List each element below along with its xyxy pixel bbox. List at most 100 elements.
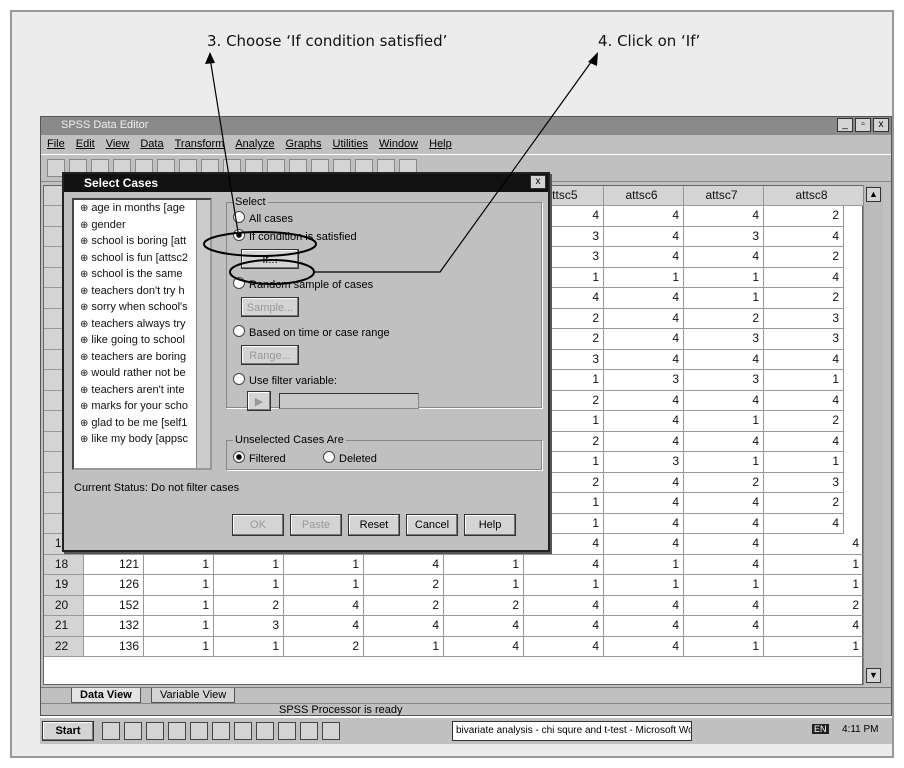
table-cell[interactable]: 4 — [524, 636, 604, 657]
table-cell[interactable]: 126 — [84, 575, 144, 596]
table-cell[interactable]: 1 — [764, 370, 844, 391]
table-cell[interactable]: 1 — [604, 267, 684, 288]
table-cell[interactable]: 136 — [84, 636, 144, 657]
menu-edit[interactable]: Edit — [76, 138, 95, 152]
row-header[interactable]: 18 — [44, 554, 84, 575]
table-cell[interactable]: 4 — [444, 636, 524, 657]
menu-analyze[interactable]: Analyze — [235, 138, 274, 152]
variable-list-item[interactable]: glad to be me [self1 — [74, 415, 210, 432]
table-cell[interactable]: 3 — [214, 616, 284, 637]
table-cell[interactable]: 4 — [684, 513, 764, 534]
variable-list-item[interactable]: age in months [age — [74, 200, 210, 217]
tab-data-view[interactable]: Data View — [71, 688, 141, 703]
sample-button[interactable]: Sample... — [241, 297, 299, 317]
reset-button[interactable]: Reset — [348, 514, 400, 536]
menu-data[interactable]: Data — [140, 138, 163, 152]
variable-list-item[interactable]: like my body [appsc — [74, 431, 210, 448]
column-header[interactable]: attsc7 — [684, 186, 764, 206]
table-cell[interactable]: 3 — [684, 329, 764, 350]
table-cell[interactable]: 2 — [364, 595, 444, 616]
table-cell[interactable]: 132 — [84, 616, 144, 637]
table-cell[interactable]: 4 — [524, 616, 604, 637]
table-cell[interactable]: 4 — [604, 349, 684, 370]
if-button[interactable]: If... — [241, 249, 299, 269]
taskbar-app-icon[interactable] — [234, 722, 252, 740]
column-header[interactable]: attsc8 — [764, 186, 864, 206]
table-cell[interactable]: 1 — [144, 595, 214, 616]
variable-list-item[interactable]: teachers aren't inte — [74, 382, 210, 399]
table-cell[interactable]: 1 — [764, 636, 864, 657]
variable-list-item[interactable]: gender — [74, 217, 210, 234]
table-cell[interactable]: 3 — [764, 472, 844, 493]
table-cell[interactable]: 121 — [84, 554, 144, 575]
table-cell[interactable]: 2 — [364, 575, 444, 596]
table-cell[interactable]: 4 — [444, 616, 524, 637]
table-cell[interactable]: 4 — [604, 636, 684, 657]
variable-list-item[interactable]: school is the same — [74, 266, 210, 283]
table-cell[interactable]: 4 — [684, 349, 764, 370]
row-header[interactable]: 22 — [44, 636, 84, 657]
minimize-button[interactable]: _ — [837, 118, 853, 132]
table-cell[interactable]: 2 — [764, 411, 844, 432]
table-cell[interactable]: 4 — [604, 472, 684, 493]
menu-window[interactable]: Window — [379, 138, 418, 152]
table-cell[interactable]: 4 — [684, 534, 764, 555]
table-cell[interactable]: 4 — [604, 493, 684, 514]
menu-view[interactable]: View — [106, 138, 130, 152]
variable-list-item[interactable]: school is boring [att — [74, 233, 210, 250]
table-cell[interactable]: 4 — [604, 288, 684, 309]
taskbar-app-icon[interactable] — [300, 722, 318, 740]
table-cell[interactable]: 1 — [444, 575, 524, 596]
table-cell[interactable]: 1 — [364, 636, 444, 657]
table-cell[interactable]: 1 — [764, 575, 864, 596]
maximize-button[interactable]: ▫ — [855, 118, 871, 132]
variable-list-item[interactable]: teachers don't try h — [74, 283, 210, 300]
ok-button[interactable]: OK — [232, 514, 284, 536]
help-button[interactable]: Help — [464, 514, 516, 536]
table-cell[interactable]: 2 — [764, 288, 844, 309]
table-cell[interactable]: 4 — [284, 616, 364, 637]
table-cell[interactable]: 4 — [764, 513, 844, 534]
table-cell[interactable]: 4 — [604, 431, 684, 452]
table-cell[interactable]: 4 — [524, 554, 604, 575]
table-cell[interactable]: 3 — [684, 370, 764, 391]
table-cell[interactable]: 4 — [604, 595, 684, 616]
menu-help[interactable]: Help — [429, 138, 452, 152]
table-cell[interactable]: 4 — [764, 616, 864, 637]
table-cell[interactable]: 3 — [604, 370, 684, 391]
radio-random-sample[interactable]: Random sample of cases — [233, 277, 373, 291]
table-cell[interactable]: 4 — [684, 431, 764, 452]
dialog-close-button[interactable]: x — [530, 175, 546, 189]
active-task-button[interactable]: bivariate analysis - chi squre and t-tes… — [452, 721, 692, 741]
table-cell[interactable]: 1 — [144, 616, 214, 637]
variable-list-item[interactable]: teachers are boring — [74, 349, 210, 366]
table-cell[interactable]: 1 — [604, 554, 684, 575]
variable-list-item[interactable]: school is fun [attsc2 — [74, 250, 210, 267]
table-cell[interactable]: 3 — [764, 308, 844, 329]
table-cell[interactable]: 1 — [684, 636, 764, 657]
taskbar-app-icon[interactable] — [102, 722, 120, 740]
range-button[interactable]: Range... — [241, 345, 299, 365]
table-cell[interactable]: 2 — [764, 247, 844, 268]
table-cell[interactable]: 4 — [604, 534, 684, 555]
variable-list[interactable]: age in months [agegenderschool is boring… — [72, 198, 212, 470]
taskbar-app-icon[interactable] — [212, 722, 230, 740]
close-button[interactable]: x — [873, 118, 889, 132]
row-header[interactable]: 21 — [44, 616, 84, 637]
table-cell[interactable]: 4 — [604, 616, 684, 637]
table-cell[interactable]: 1 — [604, 575, 684, 596]
taskbar-app-icon[interactable] — [278, 722, 296, 740]
table-cell[interactable]: 1 — [144, 636, 214, 657]
table-cell[interactable]: 4 — [764, 534, 864, 555]
filter-variable-field[interactable] — [279, 393, 419, 409]
paste-button[interactable]: Paste — [290, 514, 342, 536]
taskbar-app-icon[interactable] — [146, 722, 164, 740]
table-cell[interactable]: 4 — [684, 493, 764, 514]
table-cell[interactable]: 1 — [684, 575, 764, 596]
cancel-button[interactable]: Cancel — [406, 514, 458, 536]
table-cell[interactable]: 2 — [764, 206, 844, 227]
scroll-up-icon[interactable]: ▲ — [866, 187, 881, 202]
table-cell[interactable]: 1 — [684, 267, 764, 288]
radio-use-filter[interactable]: Use filter variable: — [233, 373, 337, 387]
table-cell[interactable]: 4 — [684, 247, 764, 268]
